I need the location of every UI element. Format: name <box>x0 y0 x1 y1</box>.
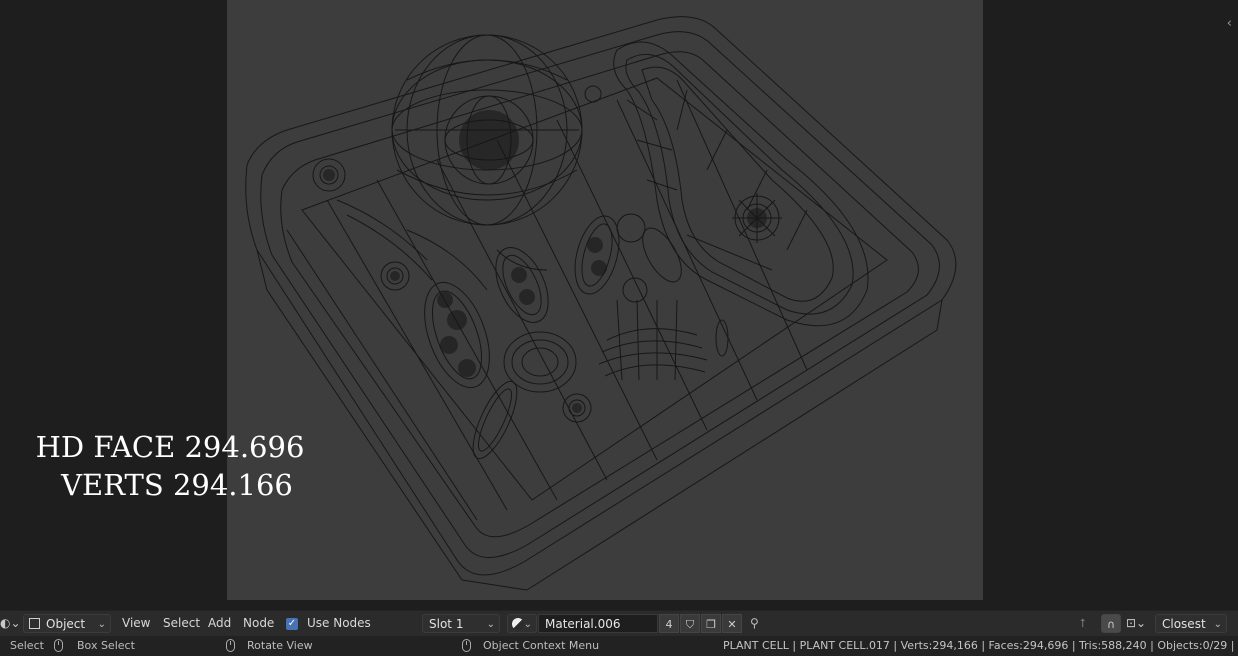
mouse-left-icon <box>54 639 63 652</box>
menu-view[interactable]: View <box>122 611 150 636</box>
status-box-select: Box Select <box>77 639 135 652</box>
snap-mode-label: Closest <box>1162 617 1206 631</box>
use-nodes-checkbox[interactable]: ✓ <box>286 618 298 630</box>
pin-icon[interactable]: ⚲ <box>750 611 759 636</box>
use-nodes-label: Use Nodes <box>307 616 371 630</box>
mode-label: Object <box>46 617 86 631</box>
camera-frame[interactable] <box>227 0 983 600</box>
material-users-count[interactable]: 4 <box>659 614 679 633</box>
blender-window: ‹ HD FACE 294.696 VERTS 294.166 ◐⌄ Objec… <box>0 0 1238 656</box>
3d-viewport[interactable]: ‹ HD FACE 294.696 VERTS 294.166 <box>0 0 1238 610</box>
menu-select[interactable]: Select <box>163 611 200 636</box>
chevron-down-icon: ⌄ <box>523 619 532 630</box>
mesh-stats-overlay: HD FACE 294.696 VERTS 294.166 <box>30 428 310 504</box>
slot-label: Slot 1 <box>429 617 464 631</box>
status-bar: Select Box Select Rotate View Object Con… <box>0 636 1238 656</box>
editor-type-icon[interactable]: ◐⌄ <box>0 611 21 636</box>
snap-mode-dropdown[interactable]: Closest ⌄ <box>1155 614 1227 633</box>
face-count-text: HD FACE 294.696 <box>35 430 305 464</box>
material-name-field[interactable]: Material.006 <box>538 614 658 633</box>
object-mode-icon <box>29 618 40 629</box>
menu-node[interactable]: Node <box>243 611 274 636</box>
parent-node-tree-icon[interactable]: ⭡ <box>1080 611 1086 636</box>
status-rotate-view: Rotate View <box>247 639 313 652</box>
chevron-down-icon: ⌄ <box>486 619 495 630</box>
close-icon[interactable]: ✕ <box>722 614 742 633</box>
material-browse-button[interactable]: ⌄ <box>507 614 537 633</box>
scene-statistics: PLANT CELL | PLANT CELL.017 | Verts:294,… <box>723 639 1238 652</box>
status-context-menu: Object Context Menu <box>483 639 600 652</box>
shader-editor-header: ◐⌄ Object ⌄ View Select Add Node ✓ Use N… <box>0 610 1238 636</box>
mode-dropdown[interactable]: Object ⌄ <box>23 614 111 633</box>
chevron-down-icon: ⌄ <box>1213 619 1222 630</box>
plant-cell-wireframe <box>245 16 957 591</box>
material-sphere-icon <box>512 618 524 630</box>
shield-icon[interactable]: ⛉ <box>680 614 700 633</box>
magnet-icon[interactable]: ∩ <box>1101 614 1121 633</box>
verts-count-text: VERTS 294.166 <box>61 468 293 502</box>
menu-add[interactable]: Add <box>208 611 231 636</box>
chevron-left-icon[interactable]: ‹ <box>1227 16 1232 31</box>
chevron-down-icon: ⌄ <box>97 619 106 630</box>
snap-target-icon[interactable]: ⊡⌄ <box>1126 611 1146 636</box>
status-select: Select <box>10 639 44 652</box>
duplicate-icon[interactable]: ❐ <box>701 614 721 633</box>
slot-dropdown[interactable]: Slot 1 ⌄ <box>422 614 500 633</box>
mouse-right-icon <box>462 639 471 652</box>
mouse-middle-icon <box>226 639 235 652</box>
